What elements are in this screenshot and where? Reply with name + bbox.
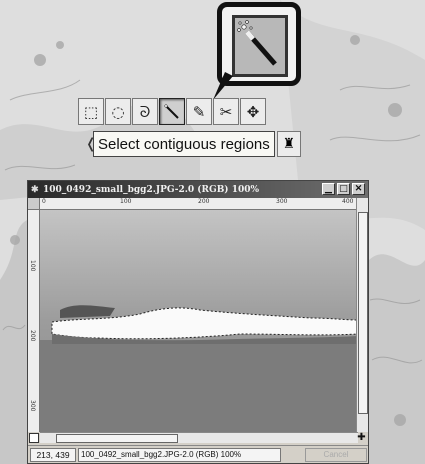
- vertical-scroll-thumb[interactable]: [358, 212, 368, 414]
- ellipse-select-tool[interactable]: ◌: [105, 98, 131, 125]
- tooltip-arrow-icon: ❬: [85, 136, 97, 152]
- minimize-button[interactable]: ▁: [322, 183, 335, 195]
- toolbox: ⬚ ◌ ᘐ ✎ ✂ ✥: [78, 98, 267, 127]
- ruler-label: 300: [276, 198, 288, 205]
- paths-tool[interactable]: ✎: [186, 98, 212, 125]
- paths-icon: ✎: [192, 102, 206, 121]
- window-title: 100_0492_small_bgg2.JPG-2.0 (RGB) 100%: [43, 184, 260, 195]
- maximize-button[interactable]: □: [337, 183, 350, 195]
- lasso-icon: ᘐ: [139, 102, 151, 121]
- scissors-icon: ✂: [219, 102, 233, 121]
- tooltip-row: ❬ Select contiguous regions ♜: [85, 130, 301, 158]
- image-canvas[interactable]: [40, 210, 358, 432]
- cancel-button[interactable]: Cancel: [305, 447, 367, 462]
- stamp-icon: ♜: [282, 136, 296, 152]
- ruler-label: 100: [120, 198, 132, 205]
- window-menu-icon[interactable]: ✱: [31, 185, 41, 195]
- magic-wand-icon-zoomed: [232, 15, 288, 77]
- vertical-ruler[interactable]: 100 200 300: [28, 210, 40, 432]
- horizontal-scrollbar[interactable]: [40, 432, 358, 443]
- ruler-label: 200: [198, 198, 210, 205]
- ruler-label: 400: [342, 198, 354, 205]
- status-message: 100_0492_small_bgg2.JPG-2.0 (RGB) 100%: [78, 447, 281, 462]
- horizontal-ruler[interactable]: 0 100 200 300 400: [40, 198, 358, 210]
- close-button[interactable]: ✕: [352, 183, 365, 195]
- ruler-label: 0: [42, 198, 46, 205]
- pointer-coordinates: 213, 439: [30, 447, 76, 462]
- horizontal-scroll-thumb[interactable]: [56, 434, 178, 443]
- navigate-icon[interactable]: ✚: [356, 433, 367, 444]
- move-icon: ✥: [246, 102, 260, 121]
- magic-wand-tool[interactable]: [159, 98, 185, 125]
- ellipse-select-icon: ◌: [111, 102, 125, 121]
- magic-wand-icon: [164, 103, 179, 119]
- vertical-scrollbar[interactable]: [356, 198, 368, 432]
- move-tool[interactable]: ✥: [240, 98, 266, 125]
- clone-stamp-tool[interactable]: ♜: [276, 131, 301, 157]
- rect-select-tool[interactable]: ⬚: [78, 98, 104, 125]
- window-controls: ▁ □ ✕: [320, 183, 365, 195]
- ruler-label: 200: [29, 330, 36, 342]
- rect-select-icon: ⬚: [83, 102, 99, 121]
- tool-tooltip: Select contiguous regions: [93, 131, 275, 157]
- image-window: ✱ 100_0492_small_bgg2.JPG-2.0 (RGB) 100%…: [27, 180, 369, 464]
- window-titlebar[interactable]: ✱ 100_0492_small_bgg2.JPG-2.0 (RGB) 100%…: [28, 181, 368, 198]
- ruler-label: 300: [29, 400, 36, 412]
- quick-mask-toggle[interactable]: [29, 433, 39, 443]
- scissors-tool[interactable]: ✂: [213, 98, 239, 125]
- status-bar: 213, 439 100_0492_small_bgg2.JPG-2.0 (RG…: [28, 445, 368, 463]
- lasso-tool[interactable]: ᘐ: [132, 98, 158, 125]
- ruler-corner[interactable]: [28, 198, 40, 210]
- ruler-label: 100: [29, 260, 36, 272]
